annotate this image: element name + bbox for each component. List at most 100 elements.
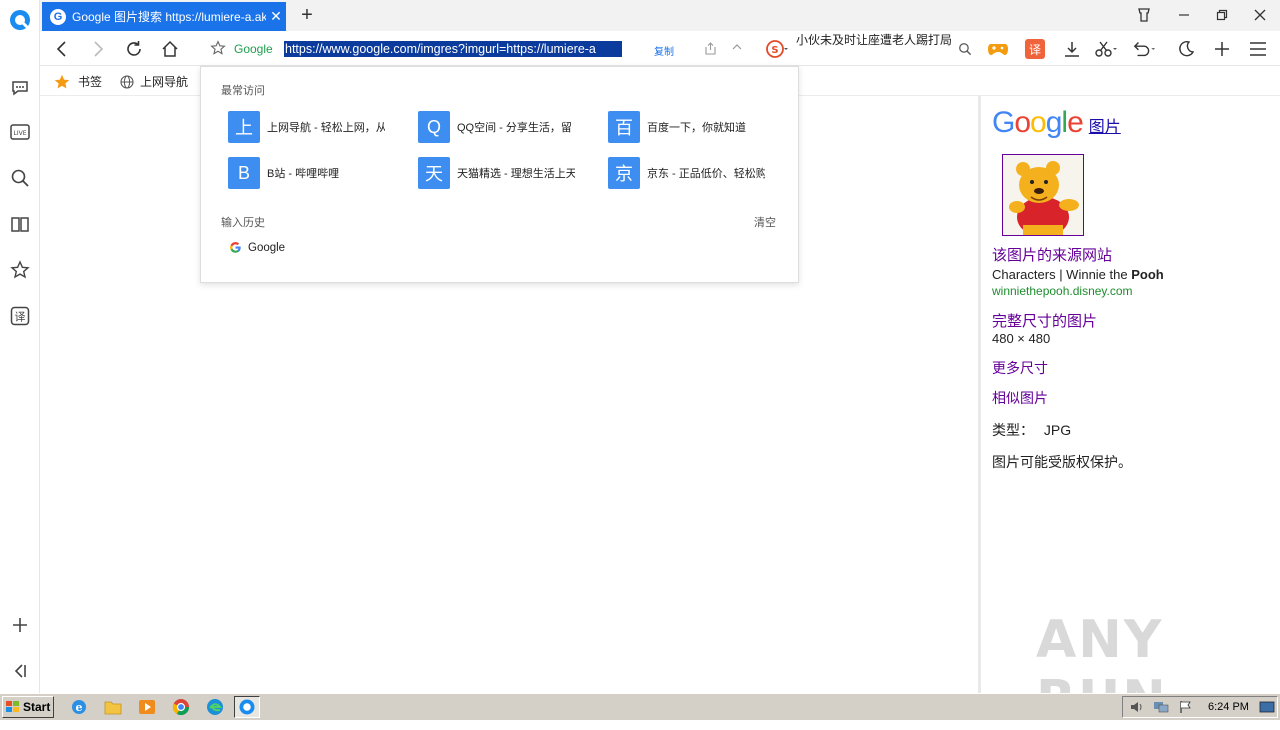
chat-icon[interactable] [8,76,32,100]
windows-logo-icon [6,701,20,713]
history-item[interactable]: Google [229,241,285,254]
file-explorer-icon[interactable] [104,698,122,716]
clear-history-button[interactable]: 清空 [754,214,776,230]
search-go-icon[interactable] [953,37,977,61]
screenshot-icon[interactable] [1094,37,1118,61]
chrome-icon[interactable] [172,698,190,716]
google-g-icon [229,241,242,254]
media-player-icon[interactable] [138,698,156,716]
taskbar-clock: 6:24 PM [1208,701,1249,713]
start-button[interactable]: Start [2,696,54,718]
search-engine-label[interactable]: Google [234,42,273,56]
add-icon[interactable] [8,613,32,637]
new-tab-button[interactable]: + [296,4,318,26]
close-window-button[interactable] [1246,4,1274,26]
address-bar[interactable]: Google https://www.google.com/imgres?img… [200,36,756,62]
source-site-link[interactable]: 该图片的来源网站 [992,244,1272,265]
flag-icon[interactable] [1179,700,1193,714]
chevron-up-icon[interactable] [732,43,742,51]
globe-icon [120,74,134,89]
windows-taskbar: Start e 6:24 PM [0,693,1280,720]
bookmark-navigation[interactable]: 上网导航 [120,73,188,90]
copyright-note: 图片可能受版权保护。 [992,454,1132,470]
star-icon [54,74,70,90]
show-desktop-icon[interactable] [1259,701,1275,714]
start-label: Start [23,700,51,714]
frequent-visits-title: 最常访问 [221,85,265,97]
url-text[interactable]: https://www.google.com/imgres?imgurl=htt… [284,41,622,57]
ie-icon[interactable]: e [70,698,88,716]
download-icon[interactable] [1060,37,1084,61]
collapse-sidebar-icon[interactable] [8,659,32,683]
forward-button[interactable] [86,37,110,61]
site-label: 百度一下，你就知道 [647,122,746,134]
winnie-the-pooh-image [1003,155,1083,235]
hot-search-text[interactable]: 小伙未及时让座遭老人踢打局 [796,31,952,48]
book-icon[interactable] [8,212,32,236]
google-logo[interactable]: Google [992,106,1084,140]
full-size-link[interactable]: 完整尺寸的图片 [992,310,1272,331]
system-tray [1122,696,1278,718]
share-icon[interactable] [704,42,717,55]
live-icon[interactable]: LIVE [8,120,32,144]
frequent-site-item[interactable]: 天 天猫精选 - 理想生活上天 [418,157,588,189]
site-tile-icon: 京 [608,157,640,189]
site-tile-icon: 百 [608,111,640,143]
similar-images-link[interactable]: 相似图片 [992,388,1272,408]
night-mode-icon[interactable] [1174,37,1198,61]
tab-google-images[interactable]: G Google 图片搜索 https://lumiere-a.akamaihd… [42,2,286,31]
translate-icon[interactable]: 译 [8,304,32,328]
reload-button[interactable] [122,37,146,61]
site-tile-icon: Q [418,111,450,143]
source-page-title-bold: Pooh [1131,267,1164,282]
panel-header: Google 图片 [992,106,1272,140]
game-icon[interactable] [986,37,1010,61]
hot-search-box[interactable]: 小伙未及时让座遭老人踢打局 [796,31,956,66]
favorites-icon[interactable] [8,258,32,282]
site-tile-icon: B [228,157,260,189]
bookmark-label: 上网导航 [140,75,189,89]
tab-close-icon[interactable]: ✕ [266,8,286,25]
menu-icon[interactable] [1246,37,1270,61]
translate-toolbar-icon[interactable]: 译 [1023,37,1047,61]
volume-icon[interactable] [1129,700,1145,714]
image-thumbnail[interactable] [1002,154,1084,236]
frequent-site-item[interactable]: 上 上网导航 - 轻松上网，从 [228,111,398,143]
frequent-site-item[interactable]: 京 京东 - 正品低价、轻松购 [608,157,778,189]
source-page-title: Characters | Winnie the Pooh [992,267,1272,282]
bookmark-folder[interactable]: 书签 [54,73,102,90]
bookmark-label: 书签 [78,75,103,89]
source-page-title-text: Characters | Winnie the [992,267,1132,282]
sogou-search-icon[interactable]: S [765,37,789,61]
images-link[interactable]: 图片 [1089,113,1121,137]
more-sizes-link[interactable]: 更多尺寸 [992,358,1272,378]
skin-icon[interactable] [1130,4,1158,26]
tab-bar: G Google 图片搜索 https://lumiere-a.akamaihd… [40,0,1280,31]
site-tile-icon: 天 [418,157,450,189]
edge-icon[interactable] [206,698,224,716]
browser-logo-icon[interactable] [8,8,32,32]
network-icon[interactable] [1153,700,1169,714]
undo-close-icon[interactable] [1132,37,1156,61]
copy-url-button[interactable]: 复制 [654,43,674,58]
frequent-site-item[interactable]: 百 百度一下，你就知道 [608,111,778,143]
browser-taskbar-button[interactable] [234,696,260,718]
svg-text:LIVE: LIVE [13,130,26,137]
bookmark-star-icon[interactable] [210,40,226,56]
frequent-site-item[interactable]: Q QQ空间 - 分享生活，留 [418,111,588,143]
svg-text:译: 译 [1029,43,1041,57]
search-icon[interactable] [8,166,32,190]
svg-text:e: e [76,701,83,714]
address-suggestions-dropdown: 最常访问 上 上网导航 - 轻松上网，从 Q QQ空间 - 分享生活，留 百 百… [200,66,799,283]
site-label: 上网导航 - 轻松上网，从 [267,122,385,134]
svg-text:S: S [771,45,778,56]
history-item-label: Google [248,241,286,254]
home-button[interactable] [158,37,182,61]
back-button[interactable] [50,37,74,61]
restore-button[interactable] [1208,4,1236,26]
new-tab-plus-icon[interactable] [1210,37,1234,61]
google-favicon-icon: G [50,8,66,25]
navigation-toolbar: Google https://www.google.com/imgres?img… [40,31,1280,66]
minimize-button[interactable] [1170,4,1198,26]
frequent-site-item[interactable]: B B站 - 哔哩哔哩 [228,157,398,189]
